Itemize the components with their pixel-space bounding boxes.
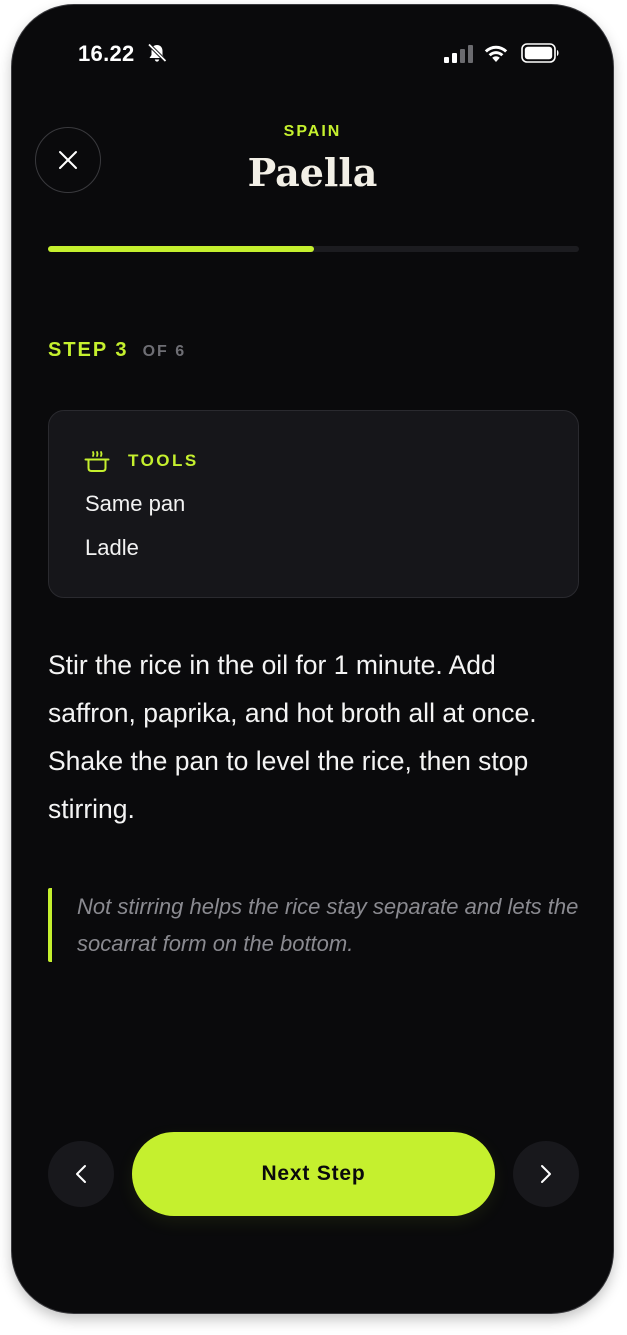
step-total: OF 6 bbox=[142, 343, 187, 360]
pot-icon bbox=[84, 451, 110, 472]
chevron-right-icon bbox=[541, 1165, 551, 1183]
previous-step-button[interactable] bbox=[48, 1141, 114, 1207]
next-arrow-button[interactable] bbox=[513, 1141, 579, 1207]
step-instruction: Stir the rice in the oil for 1 minute. A… bbox=[48, 650, 537, 824]
recipe-title: Paella bbox=[247, 150, 378, 195]
step-indicator: STEP 3 OF 6 bbox=[48, 339, 186, 362]
tool-item: Same pan bbox=[85, 491, 186, 516]
step-tip: Not stirring helps the rice stay separat… bbox=[48, 888, 588, 962]
tools-header: TOOLS bbox=[84, 449, 199, 473]
progress-bar bbox=[48, 246, 579, 252]
status-time: 16.22 bbox=[78, 41, 135, 66]
chevron-left-icon bbox=[76, 1165, 86, 1183]
tool-item: Ladle bbox=[85, 535, 139, 560]
wifi-icon bbox=[484, 45, 508, 62]
bell-slash-icon bbox=[147, 43, 167, 63]
next-step-button[interactable]: Next Step bbox=[132, 1132, 495, 1216]
progress-fill bbox=[48, 246, 314, 252]
cellular-signal-icon bbox=[444, 45, 473, 63]
step-current: STEP 3 bbox=[48, 339, 129, 361]
phone-screen: 16.22 SPAIN Paella STEP 3 OF 6 TOOLS Sam… bbox=[12, 5, 613, 1313]
recipe-country: SPAIN bbox=[283, 123, 342, 140]
tools-title: TOOLS bbox=[128, 451, 199, 470]
battery-icon bbox=[521, 43, 559, 63]
tools-card: TOOLS Same pan Ladle bbox=[48, 410, 579, 598]
